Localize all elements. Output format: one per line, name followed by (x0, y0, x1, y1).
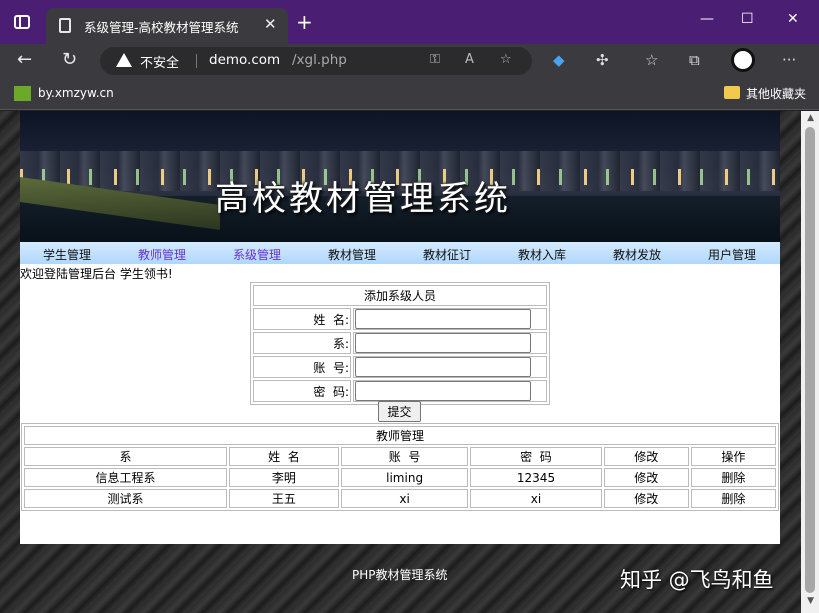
delete-link[interactable]: 删除 (690, 489, 776, 508)
name-label: 姓 名: (253, 308, 351, 330)
account-label: 账 号: (253, 356, 351, 378)
warning-icon (116, 53, 132, 67)
bookmarks-bar: by.xmzyw.cn 其他收藏夹 (0, 78, 819, 110)
nav-orders[interactable]: 教材征订 (423, 246, 471, 263)
cell-department: 信息工程系 (24, 468, 227, 487)
col-header: 修改 (603, 447, 689, 466)
table-row: 信息工程系 李明 liming 12345 修改 删除 (24, 468, 776, 487)
tab-close-icon[interactable]: ✕ (264, 15, 277, 33)
cell-account: liming (340, 468, 469, 487)
table-title: 教师管理 (24, 426, 776, 445)
browser-toolbar: ← ↻ 不安全 demo.com /xgl.php ⚿ A ☆ ◆ ✣ ☆ ⧉ … (0, 44, 819, 78)
tab-title: 系级管理-高校教材管理系统 (84, 20, 239, 35)
staff-table: 教师管理 系 姓 名 账 号 密 码 修改 操作 信息工程系 李明 liming… (21, 423, 779, 511)
form-title: 添加系级人员 (253, 285, 547, 306)
url-path[interactable]: /xgl.php (292, 52, 347, 68)
watermark: 知乎 @飞鸟和鱼 (620, 568, 774, 592)
scroll-down-icon[interactable]: ▼ (807, 596, 814, 606)
nav-students[interactable]: 学生管理 (43, 246, 91, 263)
name-input[interactable] (355, 309, 531, 329)
folder-icon (724, 86, 740, 99)
cell-department: 测试系 (24, 489, 227, 508)
url-host[interactable]: demo.com (209, 52, 280, 68)
site-banner: 高校教材管理系统 (20, 111, 780, 242)
nav-distribution[interactable]: 教材发放 (613, 246, 661, 263)
favorites-icon[interactable]: ☆ (645, 51, 658, 69)
department-input[interactable] (355, 333, 531, 353)
cell-name: 李明 (228, 468, 339, 487)
scroll-up-icon[interactable]: ▲ (807, 113, 814, 123)
cell-password: 12345 (470, 468, 602, 487)
site-title: 高校教材管理系统 (215, 179, 511, 219)
footer-text: PHP教材管理系统 (352, 568, 448, 582)
table-row: 测试系 王五 xi xi 修改 删除 (24, 489, 776, 508)
close-window-icon[interactable]: ✕ (787, 11, 799, 27)
nav-departments[interactable]: 系级管理 (233, 246, 281, 263)
nav-teachers[interactable]: 教师管理 (138, 246, 186, 263)
edit-link[interactable]: 修改 (603, 489, 689, 508)
extension-icon[interactable]: ◆ (553, 51, 565, 69)
submit-button[interactable]: 提交 (378, 401, 421, 422)
minimize-icon[interactable]: — (700, 11, 714, 27)
nav-textbooks[interactable]: 教材管理 (328, 246, 376, 263)
account-input[interactable] (355, 357, 531, 377)
col-header: 姓 名 (228, 447, 339, 466)
scroll-thumb[interactable] (805, 127, 815, 593)
password-input[interactable] (355, 381, 531, 401)
browser-tab[interactable]: 系级管理-高校教材管理系统 ✕ (46, 8, 288, 44)
cell-password: xi (470, 489, 602, 508)
favorite-add-icon[interactable]: ☆ (500, 52, 512, 67)
key-icon[interactable]: ⚿ (430, 52, 440, 67)
edit-link[interactable]: 修改 (603, 468, 689, 487)
page-content: 欢迎登陆管理后台 学生领书! 添加系级人员 姓 名: 系: 账 号: 密 码: … (20, 264, 780, 540)
profile-icon[interactable] (731, 48, 755, 72)
address-separator (196, 54, 197, 68)
security-label[interactable]: 不安全 (140, 52, 179, 71)
add-staff-form: 添加系级人员 姓 名: 系: 账 号: 密 码: (250, 282, 550, 405)
main-nav: 学生管理 教师管理 系级管理 教材管理 教材征订 教材入库 教材发放 用户管理 (20, 242, 780, 264)
nav-users[interactable]: 用户管理 (708, 246, 756, 263)
department-label: 系: (253, 332, 351, 354)
address-bar[interactable]: 不安全 demo.com /xgl.php ⚿ A ☆ (100, 47, 532, 75)
bookmark-favicon (14, 86, 31, 101)
read-aloud-icon[interactable]: A (465, 52, 474, 67)
puzzle-icon[interactable]: ✣ (596, 51, 609, 69)
col-header: 账 号 (340, 447, 469, 466)
refresh-icon[interactable]: ↻ (62, 49, 77, 70)
maximize-icon[interactable]: ☐ (741, 11, 754, 27)
new-tab-button[interactable]: + (296, 10, 313, 34)
sidebar-icon[interactable] (14, 15, 30, 29)
col-header: 密 码 (470, 447, 602, 466)
delete-link[interactable]: 删除 (690, 468, 776, 487)
welcome-text: 欢迎登陆管理后台 学生领书! (20, 267, 173, 281)
cell-account: xi (340, 489, 469, 508)
more-icon[interactable]: ··· (782, 51, 796, 69)
col-header: 系 (24, 447, 227, 466)
footer-divider (20, 540, 780, 544)
nav-stock-in[interactable]: 教材入库 (518, 246, 566, 263)
page-icon (59, 18, 71, 33)
browser-titlebar: 系级管理-高校教材管理系统 ✕ + — ☐ ✕ (0, 0, 819, 44)
password-label: 密 码: (253, 380, 351, 402)
col-header: 操作 (690, 447, 776, 466)
cell-name: 王五 (228, 489, 339, 508)
other-bookmarks[interactable]: 其他收藏夹 (746, 85, 806, 102)
bookmark-link[interactable]: by.xmzyw.cn (38, 86, 114, 100)
collections-icon[interactable]: ⧉ (689, 51, 700, 69)
table-header-row: 系 姓 名 账 号 密 码 修改 操作 (24, 447, 776, 466)
back-icon[interactable]: ← (17, 49, 32, 70)
